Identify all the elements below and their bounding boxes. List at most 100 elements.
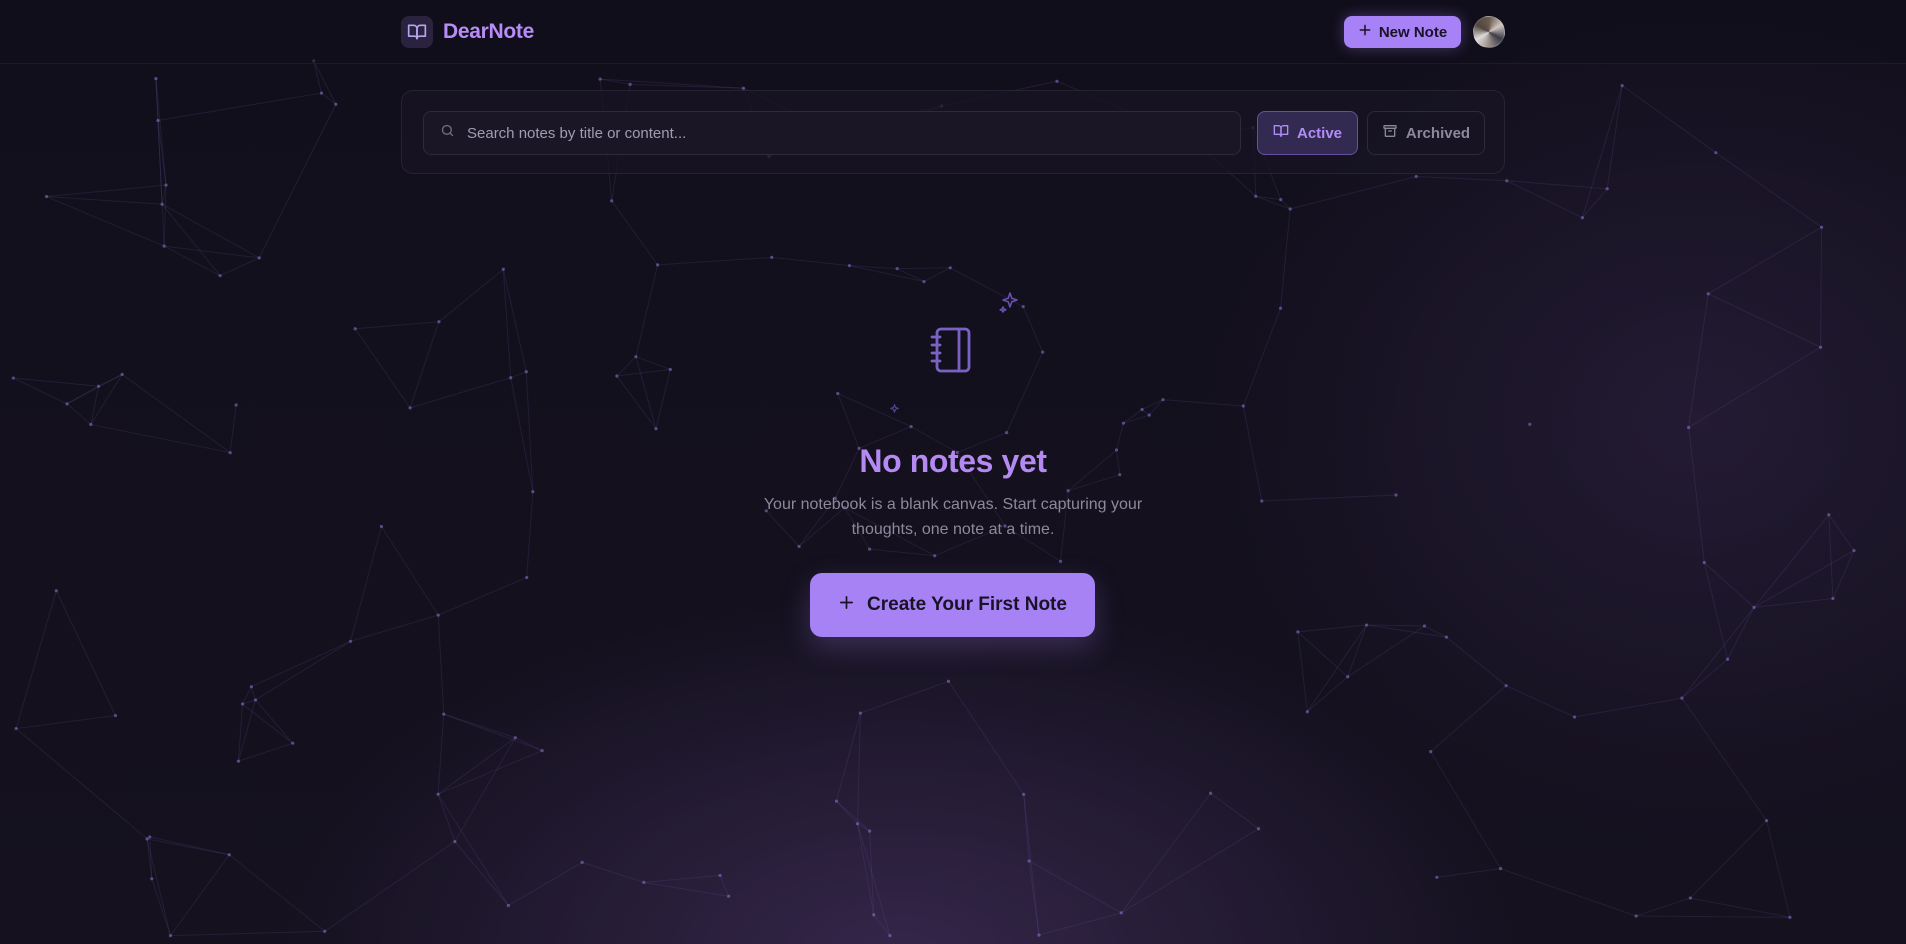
constellation-line — [526, 491, 534, 578]
constellation-dot — [1435, 875, 1439, 879]
constellation-line — [151, 878, 171, 936]
constellation-dot — [501, 267, 505, 271]
constellation-line — [157, 92, 322, 121]
tab-active[interactable]: Active — [1257, 111, 1358, 155]
constellation-dot — [160, 202, 164, 206]
constellation-line — [437, 737, 516, 795]
constellation-line — [350, 614, 439, 642]
constellation-dot — [1364, 623, 1369, 627]
constellation-line — [1038, 912, 1122, 936]
constellation-dot — [506, 903, 510, 908]
constellation-line — [313, 60, 337, 105]
constellation-dot — [1706, 292, 1710, 296]
constellation-line — [655, 369, 671, 429]
constellation-line — [1828, 514, 1834, 599]
constellation-line — [857, 823, 891, 936]
constellation-dot — [150, 877, 154, 881]
constellation-dot — [1346, 675, 1350, 679]
constellation-dot — [1209, 791, 1213, 795]
constellation-dot — [668, 367, 672, 372]
constellation-line — [611, 200, 659, 266]
constellation-dot — [1021, 305, 1025, 309]
constellation-line — [1120, 792, 1212, 914]
constellation-line — [1297, 631, 1349, 678]
constellation-dot — [1702, 560, 1706, 565]
constellation-line — [437, 714, 445, 795]
constellation-dot — [580, 860, 584, 864]
constellation-dot — [847, 264, 852, 268]
constellation-line — [1028, 860, 1040, 936]
constellation-dot — [628, 82, 632, 86]
constellation-dot — [1687, 425, 1691, 430]
constellation-dot — [1278, 306, 1283, 310]
constellation-line — [1123, 409, 1143, 424]
brand[interactable]: DearNote — [401, 16, 534, 48]
constellation-dot — [1260, 499, 1264, 503]
constellation-dot — [1422, 624, 1427, 628]
constellation-dot — [44, 194, 49, 199]
constellation-line — [635, 264, 659, 357]
new-note-button[interactable]: New Note — [1344, 16, 1461, 48]
open-book-icon — [401, 16, 433, 48]
constellation-line — [170, 854, 230, 936]
constellation-dot — [933, 554, 937, 558]
search-box[interactable] — [423, 111, 1241, 155]
constellation-dot — [1305, 710, 1309, 714]
constellation-line — [55, 590, 116, 716]
constellation-dot — [656, 263, 660, 267]
constellation-line — [616, 356, 637, 377]
constellation-dot — [14, 726, 18, 731]
constellation-line — [1636, 915, 1790, 918]
constellation-line — [581, 861, 644, 883]
constellation-dot — [1819, 225, 1824, 229]
constellation-dot — [234, 403, 238, 407]
constellation-dot — [1852, 548, 1856, 553]
constellation-dot — [513, 736, 517, 740]
constellation-line — [1290, 176, 1417, 210]
constellation-dot — [895, 267, 899, 271]
constellation-line — [857, 713, 861, 824]
app-root: DearNote New Note Active — [0, 0, 1906, 944]
constellation-line — [1832, 550, 1855, 599]
constellation-dot — [654, 427, 658, 431]
tab-archived[interactable]: Archived — [1367, 111, 1485, 155]
constellation-line — [1708, 293, 1821, 348]
user-avatar[interactable] — [1473, 16, 1505, 48]
search-input[interactable] — [467, 124, 1227, 142]
constellation-dot — [1580, 216, 1585, 220]
sparkle-icon — [888, 403, 901, 416]
constellation-dot — [1058, 559, 1063, 563]
constellation-line — [355, 321, 440, 330]
constellation-dot — [291, 741, 295, 745]
constellation-line — [229, 404, 237, 453]
constellation-dot — [334, 102, 338, 106]
constellation-dot — [1161, 398, 1165, 402]
constellation-dot — [257, 256, 261, 260]
constellation-line — [1690, 897, 1791, 918]
constellation-line — [616, 375, 657, 430]
constellation-line — [242, 703, 294, 744]
constellation-dot — [1279, 198, 1283, 202]
constellation-dot — [1752, 605, 1756, 610]
constellation-line — [1753, 598, 1833, 608]
constellation-dot — [1680, 696, 1684, 700]
constellation-dot — [858, 711, 862, 715]
constellation-line — [1141, 399, 1164, 410]
constellation-dot — [1055, 79, 1059, 83]
constellation-dot — [89, 422, 93, 427]
constellation-line — [250, 686, 256, 701]
constellation-dot — [797, 544, 801, 549]
constellation-dot — [353, 327, 357, 331]
constellation-line — [1123, 414, 1150, 424]
constellation-line — [437, 750, 543, 795]
constellation-line — [90, 423, 231, 454]
constellation-line — [350, 526, 382, 642]
constellation-dot — [524, 370, 528, 374]
constellation-dot — [1818, 345, 1823, 349]
create-first-note-button[interactable]: Create Your First Note — [810, 573, 1095, 637]
constellation-line — [13, 377, 99, 387]
constellation-dot — [1498, 867, 1503, 871]
constellation-line — [1148, 399, 1164, 416]
constellation-dot — [436, 792, 440, 796]
constellation-dot — [1254, 194, 1258, 198]
